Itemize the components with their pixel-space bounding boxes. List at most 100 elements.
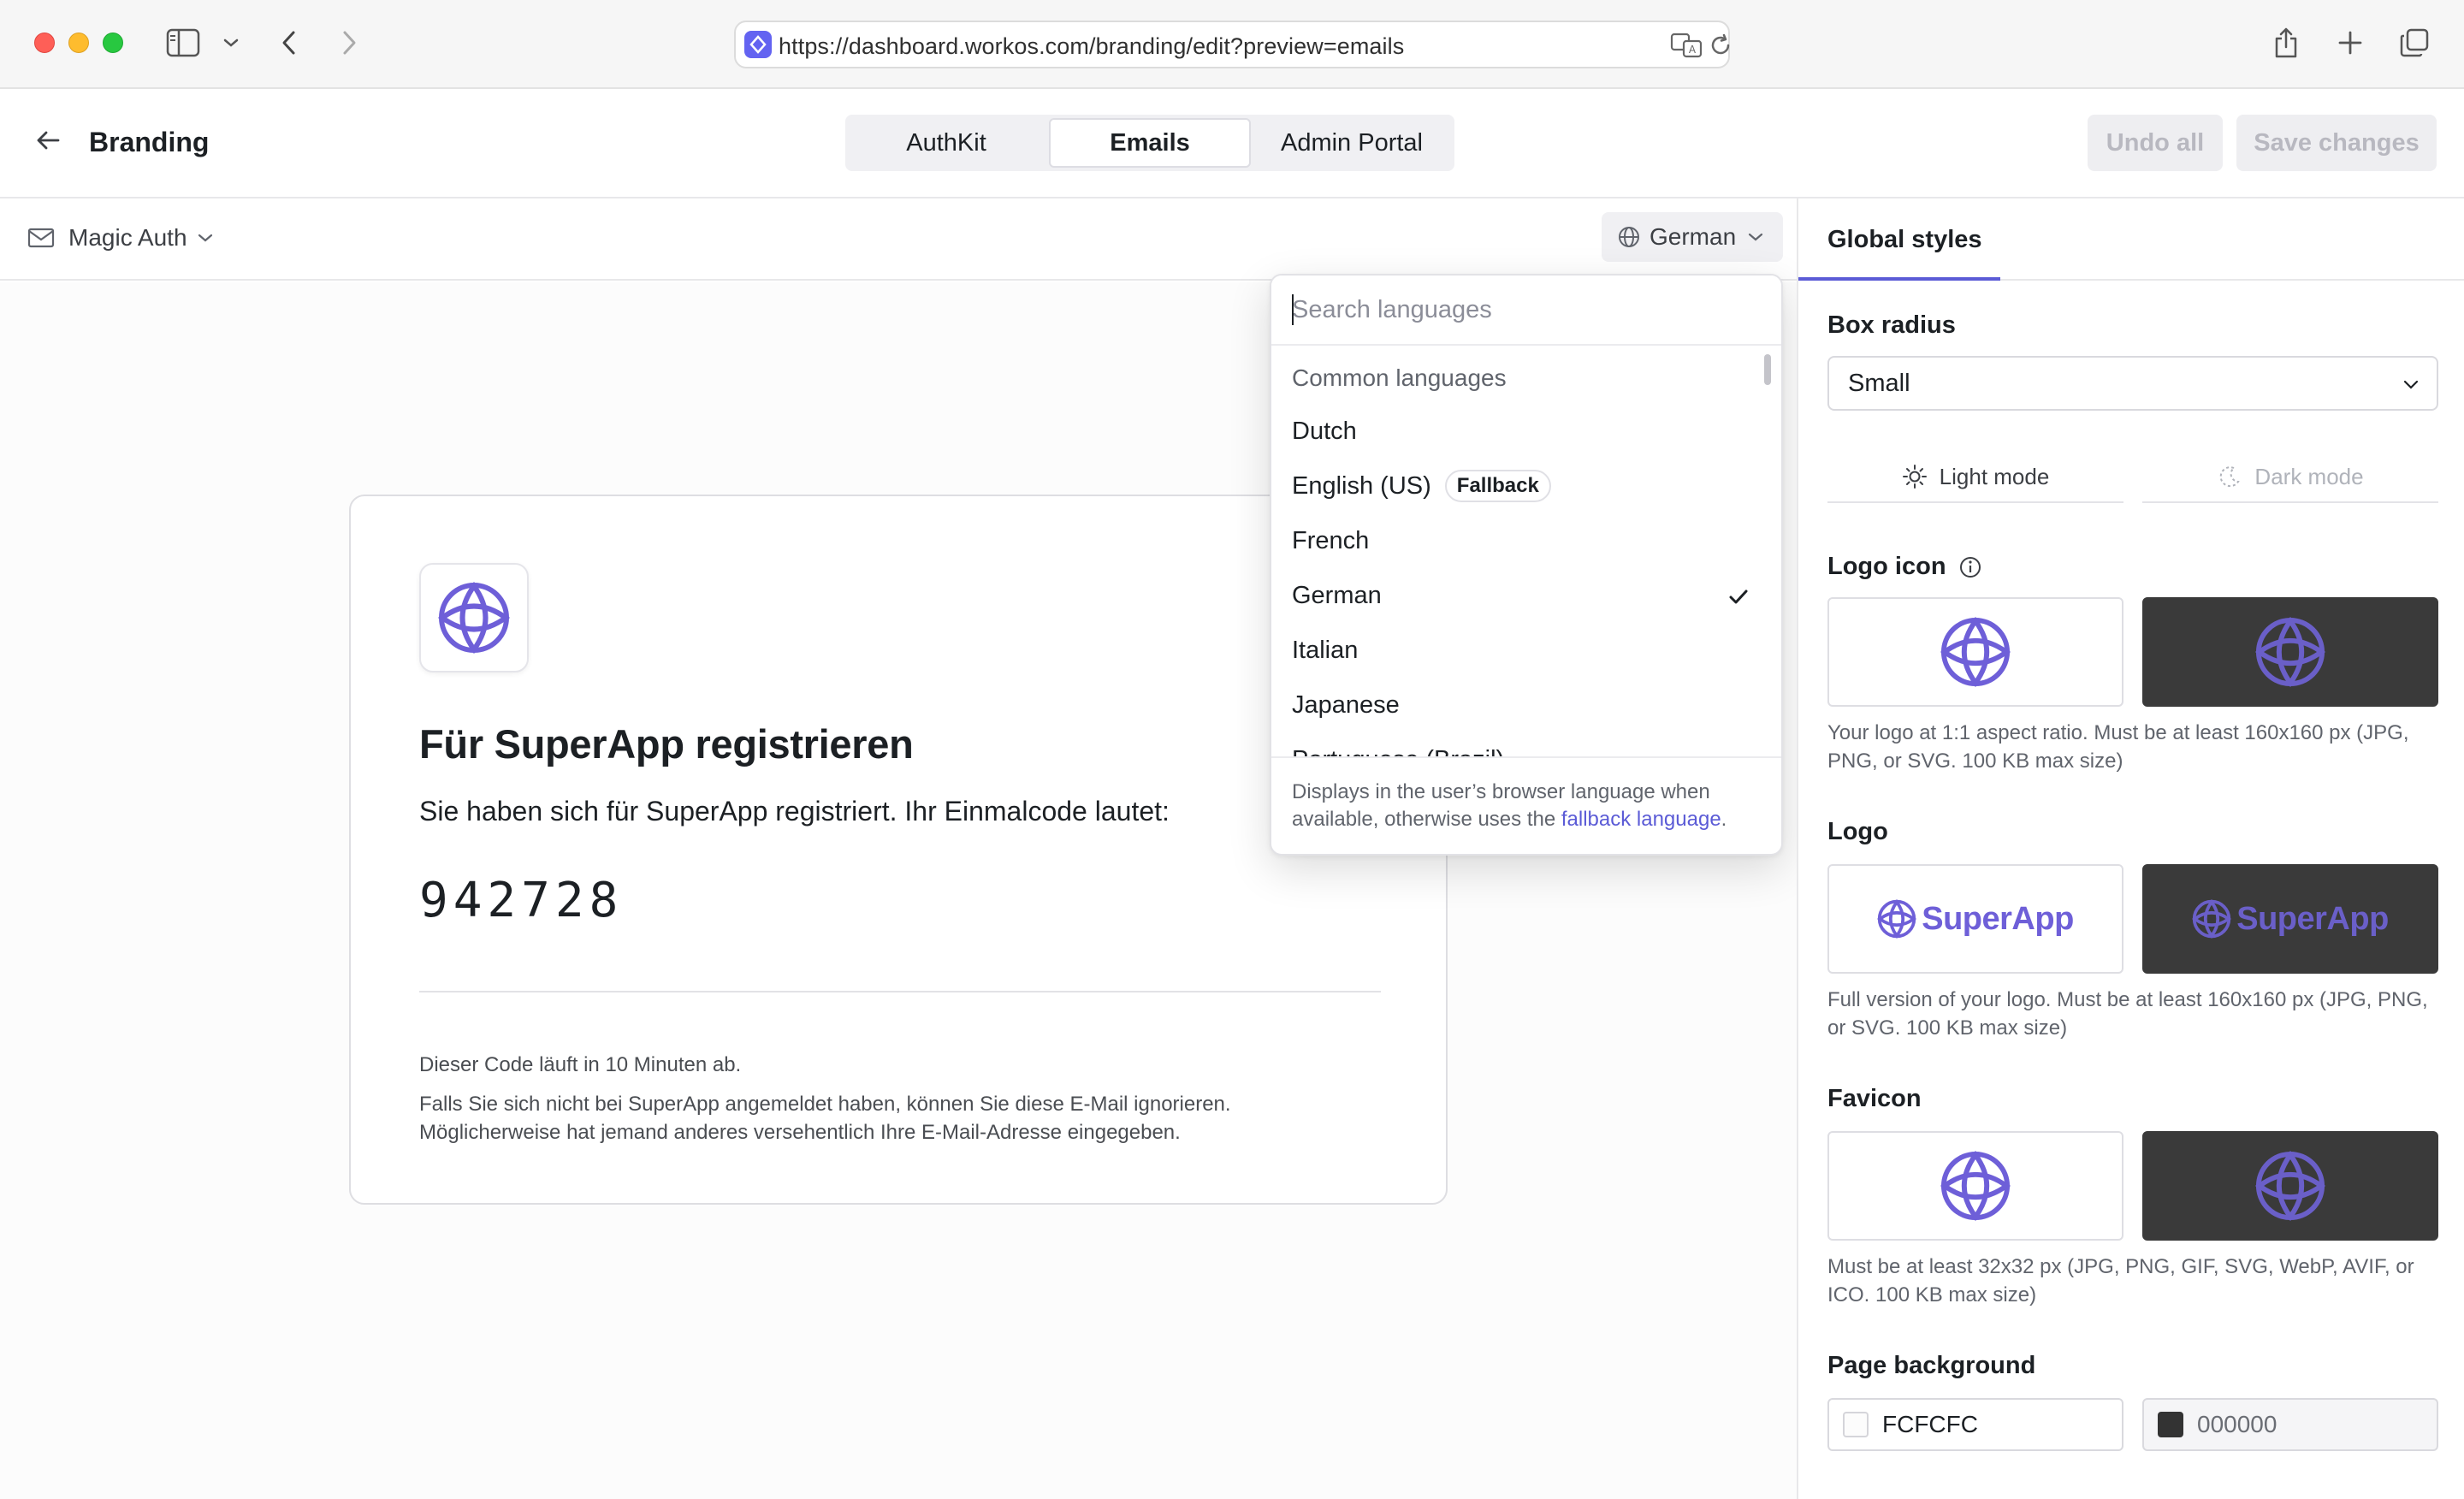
- reload-icon[interactable]: [1708, 33, 1733, 62]
- forward-nav-icon[interactable]: [335, 27, 363, 58]
- email-expiry-text: Dieser Code läuft in 10 Minuten ab.: [419, 1053, 742, 1076]
- language-option-label: German: [1292, 581, 1382, 609]
- language-option-label: French: [1292, 526, 1370, 554]
- moon-icon: [2217, 464, 2242, 489]
- settings-panel: Global styles Box radius Small Light mod…: [1797, 198, 2464, 1499]
- language-option-dutch[interactable]: Dutch: [1271, 404, 1781, 459]
- footer-period: .: [1721, 808, 1727, 831]
- logo-icon-light-upload[interactable]: [1827, 597, 2123, 707]
- superapp-logo-icon: [2192, 899, 2232, 939]
- translate-icon[interactable]: A: [1670, 31, 1704, 64]
- tab-overview-icon[interactable]: [2397, 26, 2431, 60]
- email-heading: Für SuperApp registrieren: [419, 721, 914, 767]
- favicon-label: Favicon: [1827, 1085, 1922, 1112]
- box-radius-value: Small: [1848, 369, 1910, 397]
- language-select-label: German: [1650, 223, 1737, 250]
- superapp-logo-icon: [1940, 1150, 2011, 1222]
- one-time-code: 942728: [419, 873, 624, 928]
- back-arrow-icon[interactable]: [34, 127, 65, 157]
- back-nav-icon[interactable]: [275, 27, 303, 58]
- favicon-dark-upload[interactable]: [2142, 1131, 2438, 1241]
- chevron-down-icon: [1748, 232, 1763, 242]
- superapp-logo-icon: [437, 581, 511, 655]
- page-background-light-input[interactable]: FCFCFC: [1827, 1398, 2123, 1451]
- email-template-label: Magic Auth: [68, 224, 187, 251]
- address-bar[interactable]: https://dashboard.workos.com/branding/ed…: [734, 21, 1730, 68]
- chevron-down-icon: [198, 233, 213, 243]
- tab-admin-portal[interactable]: Admin Portal: [1254, 118, 1449, 168]
- share-icon[interactable]: [2271, 26, 2301, 60]
- color-swatch[interactable]: [1843, 1412, 1869, 1437]
- language-search-input[interactable]: [1271, 276, 1781, 346]
- favicon-help: Must be at least 32x32 px (JPG, PNG, GIF…: [1827, 1255, 2414, 1306]
- sidebar-toggle-icon[interactable]: [166, 27, 200, 58]
- language-option-label: Italian: [1292, 636, 1359, 664]
- superapp-logo-icon: [2254, 616, 2326, 688]
- dark-mode-tab[interactable]: Dark mode: [2142, 452, 2438, 503]
- fallback-language-link[interactable]: fallback language: [1561, 808, 1721, 831]
- box-radius-select[interactable]: Small: [1827, 356, 2438, 411]
- language-list: Common languages Dutch English (US) Fall…: [1271, 347, 1781, 756]
- language-option-french[interactable]: French: [1271, 513, 1781, 568]
- superapp-logo-icon: [2254, 1150, 2326, 1222]
- superapp-logo-icon: [1940, 616, 2011, 688]
- window-close-button[interactable]: [34, 33, 55, 53]
- settings-tabs: Global styles: [1798, 198, 2464, 281]
- url-text: https://dashboard.workos.com/branding/ed…: [779, 33, 1405, 59]
- language-option-portuguese-brazil[interactable]: Portuguese (Brazil): [1271, 732, 1781, 757]
- page-background-dark-input[interactable]: 000000: [2142, 1398, 2438, 1451]
- browser-toolbar: https://dashboard.workos.com/branding/ed…: [0, 0, 2464, 89]
- scrollbar-thumb[interactable]: [1764, 354, 1771, 385]
- logo-label: Logo: [1827, 818, 1888, 845]
- language-option-german[interactable]: German: [1271, 568, 1781, 623]
- divider: [419, 991, 1381, 992]
- language-option-label: Japanese: [1292, 690, 1400, 719]
- language-group-label: Common languages: [1292, 364, 1507, 391]
- language-select-button[interactable]: German: [1602, 212, 1783, 262]
- light-mode-tab[interactable]: Light mode: [1827, 452, 2123, 503]
- language-option-japanese[interactable]: Japanese: [1271, 678, 1781, 732]
- active-tab-indicator: [1798, 277, 2000, 281]
- sun-icon: [1902, 464, 1928, 489]
- window-minimize-button[interactable]: [68, 33, 89, 53]
- tab-authkit[interactable]: AuthKit: [849, 118, 1044, 168]
- app-header: Branding AuthKit Emails Admin Portal Und…: [0, 89, 2464, 198]
- page-background-dark-value: 000000: [2197, 1411, 2277, 1437]
- product-tabs: AuthKit Emails Admin Portal: [845, 115, 1454, 171]
- new-tab-icon[interactable]: [2336, 27, 2365, 58]
- email-template-select[interactable]: Magic Auth: [27, 224, 213, 252]
- globe-icon: [1617, 225, 1641, 249]
- logo-light-upload[interactable]: SuperApp: [1827, 864, 2123, 974]
- chevron-down-icon[interactable]: [221, 34, 241, 51]
- info-icon[interactable]: [1958, 555, 1982, 579]
- email-intro: Sie haben sich für SuperApp registriert.…: [419, 796, 1170, 827]
- language-option-label: English (US): [1292, 471, 1431, 500]
- language-option-english-us[interactable]: English (US) Fallback: [1271, 459, 1781, 513]
- language-list-scrollbar[interactable]: [1764, 354, 1771, 748]
- fallback-badge: Fallback: [1444, 470, 1551, 502]
- language-dropdown: Common languages Dutch English (US) Fall…: [1270, 274, 1783, 856]
- email-ignore-line-2: Möglicherweise hat jemand anderes verseh…: [419, 1121, 1181, 1144]
- language-dropdown-footer: Displays in the user’s browser language …: [1271, 756, 1781, 854]
- language-option-label: Portuguese (Brazil): [1292, 746, 1504, 757]
- logo-dark-upload[interactable]: SuperApp: [2142, 864, 2438, 974]
- save-changes-button[interactable]: Save changes: [2236, 115, 2437, 171]
- logo-icon-help: Your logo at 1:1 aspect ratio. Must be a…: [1827, 721, 2409, 773]
- email-ignore-line-1: Falls Sie sich nicht bei SuperApp angeme…: [419, 1093, 1231, 1116]
- mail-icon: [27, 228, 55, 248]
- tab-global-styles[interactable]: Global styles: [1827, 226, 1982, 254]
- language-option-italian[interactable]: Italian: [1271, 623, 1781, 678]
- window-zoom-button[interactable]: [103, 33, 123, 53]
- logo-wordmark: SuperApp: [1922, 900, 2074, 937]
- text-cursor: [1292, 294, 1294, 325]
- svg-text:A: A: [1689, 44, 1697, 56]
- box-radius-label: Box radius: [1827, 311, 1956, 339]
- color-swatch[interactable]: [2158, 1412, 2183, 1437]
- superapp-logo-icon: [1877, 899, 1917, 939]
- email-logo: [419, 563, 529, 672]
- logo-icon-dark-upload[interactable]: [2142, 597, 2438, 707]
- checkmark-icon: [1728, 585, 1749, 613]
- undo-all-button[interactable]: Undo all: [2088, 115, 2223, 171]
- favicon-light-upload[interactable]: [1827, 1131, 2123, 1241]
- tab-emails[interactable]: Emails: [1049, 118, 1251, 168]
